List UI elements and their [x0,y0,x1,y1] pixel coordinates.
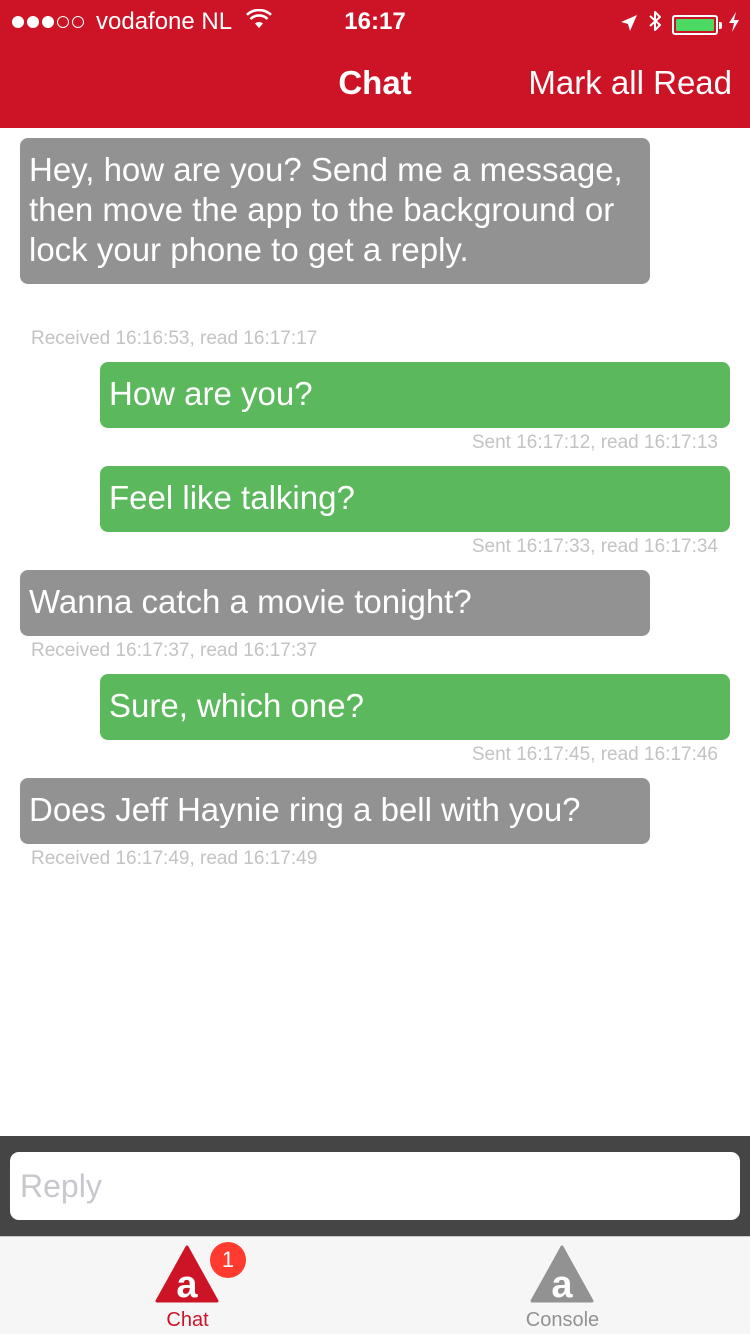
appcelerator-logo-icon: a [530,1245,594,1306]
location-arrow-icon [620,11,638,39]
message-meta: Received 16:17:49, read 16:17:49 [31,848,318,869]
tab-label: Chat [166,1309,209,1331]
svg-text:a: a [551,1264,573,1303]
message-meta: Sent 16:17:12, read 16:17:13 [471,432,718,453]
header: vodafone NL 16:17 Chat Mark all Read [0,0,750,128]
message-meta: Received 16:16:53, read 16:17:17 [31,328,318,349]
message-list[interactable]: Hey, how are you? Send me a message, the… [0,128,750,1136]
message-bubble-incoming: Hey, how are you? Send me a message, the… [20,138,650,284]
message-meta: Sent 16:17:33, read 16:17:34 [471,536,718,557]
tab-chat[interactable]: a 1 Chat [0,1237,375,1334]
unread-badge: 1 [210,1242,246,1278]
message-meta: Sent 16:17:45, read 16:17:46 [471,744,718,765]
charging-bolt-icon [728,11,740,39]
bluetooth-icon [648,9,662,40]
tab-label: Console [525,1309,600,1331]
svg-text:a: a [176,1264,198,1303]
message-bubble-outgoing: How are you? [100,362,730,428]
reply-bar [0,1136,750,1236]
message-bubble-incoming: Wanna catch a movie tonight? [20,570,650,636]
message-bubble-outgoing: Sure, which one? [100,674,730,740]
battery-tip [719,21,722,29]
message-bubble-outgoing: Feel like talking? [100,466,730,532]
battery-icon [672,14,722,35]
appcelerator-logo-icon: a [155,1245,219,1306]
mark-all-read-button[interactable]: Mark all Read [528,64,732,102]
reply-input[interactable] [10,1152,740,1220]
status-bar: vodafone NL 16:17 [0,0,750,40]
battery-level [676,18,714,31]
tab-console[interactable]: a Console [375,1237,750,1334]
message-meta: Received 16:17:37, read 16:17:37 [31,640,318,661]
status-right [620,9,740,40]
message-bubble-incoming: Does Jeff Haynie ring a bell with you? [20,778,650,844]
tab-bar: a 1 Chat a Console [0,1236,750,1334]
